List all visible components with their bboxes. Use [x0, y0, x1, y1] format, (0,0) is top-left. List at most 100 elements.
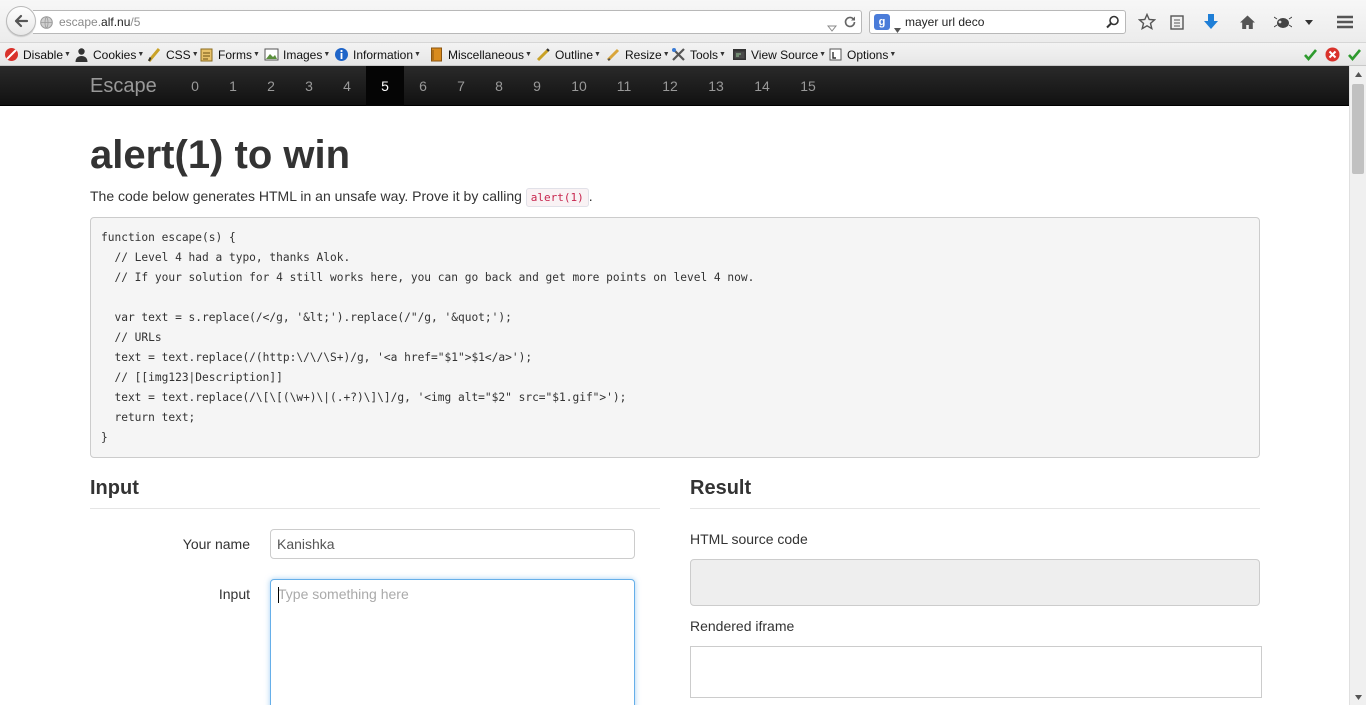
code-line: // Level 4 had a typo, thanks Alok. [101, 251, 351, 264]
level-tab[interactable]: 1 [221, 66, 245, 106]
input-label: Input [218, 586, 250, 602]
intro-period: . [588, 188, 593, 204]
page-scrollbar[interactable] [1349, 66, 1366, 705]
web-developer-toolbar: Disable ▼ Cookies ▼ CSS ▼ Forms ▼ Images ▼ In… [0, 43, 1366, 66]
history-dropdown-icon[interactable] [826, 19, 838, 37]
addon-miscellaneous-menu[interactable]: Miscellaneous ▼ [429, 46, 532, 63]
resize-icon [606, 47, 621, 62]
back-button[interactable] [6, 6, 36, 36]
input-textarea[interactable]: Type something here [270, 579, 635, 705]
addon-images-menu[interactable]: Images ▼ [264, 46, 330, 63]
home-icon[interactable] [1237, 12, 1257, 32]
level-tab[interactable]: 11 [609, 66, 639, 106]
level-tab[interactable]: 13 [701, 66, 731, 106]
options-icon [828, 47, 843, 62]
globe-icon [40, 16, 53, 34]
addon-tools-menu[interactable]: Tools ▼ [671, 46, 726, 63]
addon-label: Information [353, 47, 414, 62]
text-caret [278, 587, 279, 603]
page-title: alert(1) to win [90, 133, 351, 177]
intro-text: The code below generates HTML in an unsa… [90, 186, 593, 208]
search-icon[interactable] [1106, 15, 1120, 34]
level-tab[interactable]: 4 [335, 66, 359, 106]
level-tab[interactable]: 9 [525, 66, 549, 106]
level-tab[interactable]: 14 [747, 66, 777, 106]
level-tab-active[interactable]: 5 [366, 66, 404, 106]
addon-options-menu[interactable]: Options ▼ [828, 46, 896, 63]
intro-sentence: The code below generates HTML in an unsa… [90, 188, 522, 204]
input-heading: Input [90, 477, 139, 499]
scroll-thumb[interactable] [1352, 84, 1364, 174]
level-tab[interactable]: 0 [183, 66, 207, 106]
level-tab[interactable]: 10 [564, 66, 594, 106]
addon-information-menu[interactable]: Information ▼ [334, 46, 421, 63]
result-heading: Result [690, 477, 752, 499]
code-line: text = text.replace(/\[\[(\w+)\|(.+?)\]\… [101, 391, 627, 404]
addon-label: Miscellaneous [448, 47, 525, 62]
level-tab[interactable]: 3 [297, 66, 321, 106]
addon-label: Forms [218, 47, 252, 62]
rendered-iframe[interactable] [690, 646, 1262, 698]
reload-icon[interactable] [843, 15, 857, 34]
search-box[interactable]: g mayer url deco [869, 10, 1126, 34]
level-tab[interactable]: 2 [259, 66, 283, 106]
level-tab[interactable]: 7 [449, 66, 473, 106]
addon-label: Options [847, 47, 889, 62]
disable-icon [4, 47, 19, 62]
css-icon [147, 47, 162, 62]
intro-code: alert(1) [525, 188, 589, 207]
addon-disable-menu[interactable]: Disable ▼ [4, 46, 71, 63]
view-source-icon [732, 47, 747, 62]
addon-outline-menu[interactable]: Outline ▼ [536, 46, 601, 63]
rendered-iframe-label: Rendered iframe [690, 618, 795, 634]
scroll-down-icon[interactable] [1355, 695, 1362, 700]
page-viewport: Escape 0 1 2 3 4 5 6 7 8 9 10 11 12 13 1… [0, 66, 1349, 705]
level-tab[interactable]: 6 [411, 66, 435, 106]
html-valid-check-icon[interactable] [1347, 47, 1362, 62]
result-divider [690, 508, 1260, 509]
html-source-output [690, 559, 1260, 606]
downloads-icon[interactable] [1201, 12, 1221, 32]
code-line: // [[img123|Description]] [101, 371, 283, 384]
addon-view-source-menu[interactable]: View Source ▼ [732, 46, 826, 63]
addon-resize-menu[interactable]: Resize ▼ [606, 46, 670, 63]
outline-icon [536, 47, 551, 62]
code-line: text = text.replace(/(http:\/\/\S+)/g, '… [101, 351, 533, 364]
addon-label: Tools [690, 47, 719, 62]
input-placeholder: Type something here [278, 586, 409, 602]
addon-cookies-menu[interactable]: Cookies ▼ [74, 46, 144, 63]
level-tab[interactable]: 15 [793, 66, 823, 106]
code-line: return text; [101, 411, 196, 424]
firebug-icon[interactable] [1273, 12, 1293, 32]
addon-label: Resize [625, 47, 662, 62]
addon-label: Images [283, 47, 323, 62]
google-icon[interactable]: g [874, 14, 890, 30]
site-navbar: Escape 0 1 2 3 4 5 6 7 8 9 10 11 12 13 1… [0, 66, 1349, 106]
addon-forms-menu[interactable]: Forms ▼ [199, 46, 260, 63]
bookmarks-menu-icon[interactable] [1167, 12, 1187, 32]
hamburger-menu-icon[interactable] [1335, 12, 1355, 32]
addon-label: Cookies [93, 47, 137, 62]
bookmark-star-icon[interactable] [1137, 12, 1157, 32]
scroll-up-icon[interactable] [1355, 72, 1362, 77]
code-line: // If your solution for 4 still works he… [101, 271, 755, 284]
name-field[interactable] [270, 529, 635, 559]
firebug-dropdown-icon[interactable] [1299, 12, 1319, 32]
brand-link[interactable]: Escape [90, 75, 157, 98]
search-query: mayer url deco [905, 15, 985, 29]
search-engine-dropdown-icon[interactable] [894, 20, 901, 38]
code-line: // URLs [101, 331, 162, 344]
url-bar[interactable]: escape.alf.nu/5 [33, 10, 862, 34]
name-label: Your name [182, 536, 250, 552]
error-icon[interactable] [1325, 47, 1340, 62]
css-valid-check-icon[interactable] [1303, 47, 1318, 62]
code-block: function escape(s) { // Level 4 had a ty… [90, 217, 1260, 458]
addon-css-menu[interactable]: CSS ▼ [147, 46, 199, 63]
code-line: var text = s.replace(/</g, '&lt;').repla… [101, 311, 512, 324]
addon-label: Outline [555, 47, 594, 62]
level-tab[interactable]: 8 [487, 66, 511, 106]
forms-icon [199, 47, 214, 62]
browser-toolbar: escape.alf.nu/5 g mayer url deco [0, 0, 1366, 43]
level-tab[interactable]: 12 [655, 66, 685, 106]
code-line: function escape(s) { [101, 231, 236, 244]
